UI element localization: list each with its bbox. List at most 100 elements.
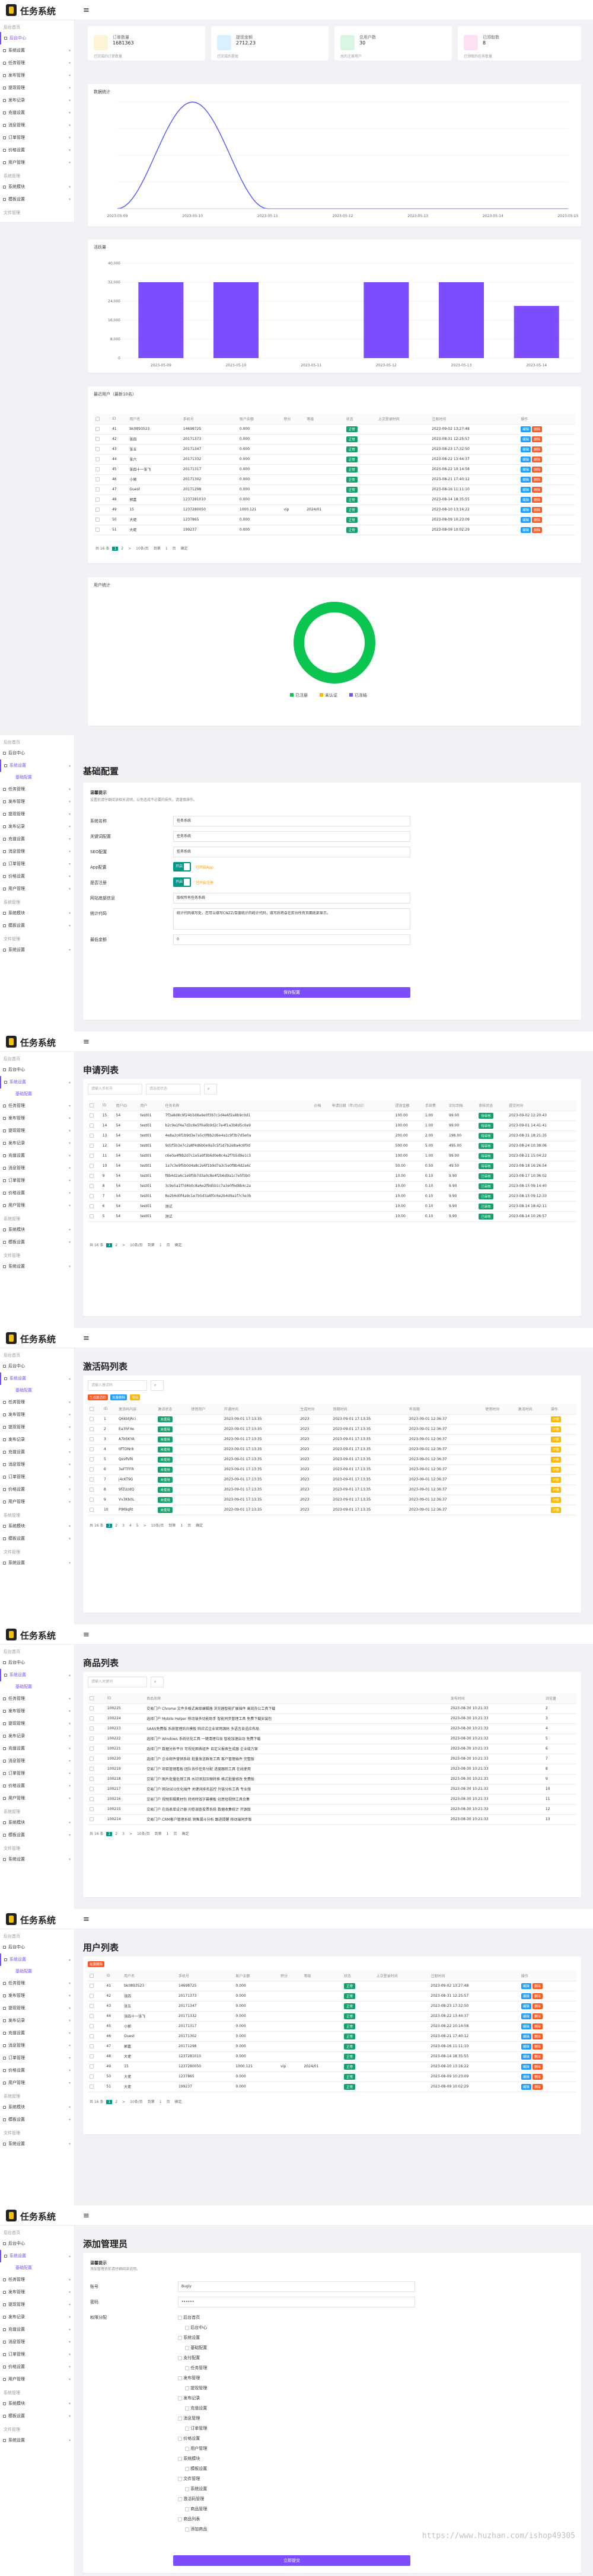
- row-checkbox[interactable]: [90, 1123, 94, 1128]
- menu-toggle-icon[interactable]: ≡: [83, 1915, 90, 1924]
- table-row[interactable]: 100215 交易门户 在线表单设计器 问卷调查投票系统 数据收集统计 开源版 20…: [88, 1804, 576, 1815]
- sidebar-item[interactable]: 系统模块 ▾: [0, 181, 74, 193]
- delete-button[interactable]: 删除: [532, 2073, 543, 2080]
- menu-toggle-icon[interactable]: ≡: [83, 1334, 90, 1343]
- sidebar-item[interactable]: 系统模块 ▾: [0, 2101, 74, 2114]
- table-row[interactable]: 43 张五 20171347 0.000 正常 2023-08-23 17:32:50 编辑…: [88, 2001, 576, 2012]
- sidebar-item[interactable]: 提现管理 ▾: [0, 808, 74, 821]
- edit-button[interactable]: 编辑: [521, 496, 531, 503]
- row-checkbox[interactable]: [90, 2034, 94, 2038]
- export-button[interactable]: 导出: [130, 1394, 141, 1400]
- edit-button[interactable]: 编辑: [521, 2053, 531, 2060]
- row-checkbox[interactable]: [90, 1144, 94, 1148]
- row-checkbox[interactable]: [90, 1184, 94, 1188]
- row-checkbox[interactable]: [90, 1777, 94, 1781]
- sidebar-item[interactable]: 价格设置 ▾: [0, 144, 74, 157]
- table-row[interactable]: 1 Q6kbtjRci 未使用 2023-09-01 17:13:35 2023 2023…: [88, 1414, 576, 1425]
- sidebar-item[interactable]: 提现管理 ▾: [0, 1421, 74, 1434]
- delete-button[interactable]: 删除: [532, 526, 543, 533]
- sidebar-item[interactable]: 系统设置 ▾: [0, 2138, 74, 2150]
- permission-checkbox[interactable]: 系统设置: [178, 2335, 200, 2341]
- detail-button[interactable]: 详情: [550, 1476, 561, 1483]
- setting-input[interactable]: 0: [173, 934, 410, 945]
- detail-button[interactable]: 详情: [550, 1426, 561, 1432]
- row-checkbox[interactable]: [90, 1767, 94, 1771]
- table-row[interactable]: 100219 交易门户 项目管理看板 团队协作任务分配 进度跟踪工具 在线使用 20…: [88, 1764, 576, 1774]
- table-row[interactable]: 100220 选择门户 企业邮件营销系统 批量发送群发工具 客户管理插件 完整版 2…: [88, 1754, 576, 1764]
- table-row[interactable]: 45 张四十一张飞 20171317 0.000 正常 2023-08-22 10:14:…: [94, 464, 575, 475]
- detail-button[interactable]: 详情: [550, 1416, 561, 1422]
- detail-button[interactable]: 详情: [550, 1486, 561, 1493]
- sidebar-item[interactable]: 发布记录 ▾: [0, 1730, 74, 1742]
- sidebar-item[interactable]: 发布管理 ▾: [0, 1409, 74, 1421]
- sidebar-item[interactable]: 系统设置 ▴: [0, 1669, 74, 1681]
- table-row[interactable]: 48 大佬 1237281010 0.000 正常 2023-08-14 18:35:55…: [88, 2051, 576, 2062]
- sidebar-item[interactable]: 模板设置 ▾: [0, 1829, 74, 1841]
- sidebar-item[interactable]: 消息管理 ▾: [0, 1162, 74, 1174]
- sidebar-item[interactable]: 消息管理 ▾: [0, 2039, 74, 2052]
- account-input[interactable]: Bugly: [178, 2281, 415, 2292]
- sidebar-item[interactable]: 价格设置 ▾: [0, 1780, 74, 1792]
- row-checkbox[interactable]: [95, 518, 100, 522]
- pagination[interactable]: 共 16 条 1 2 >10条/页 到第 1 页确定: [88, 1242, 185, 1247]
- sidebar-item[interactable]: 系统模块 ▾: [0, 1224, 74, 1236]
- table-row[interactable]: 42 张四 20171373 0.000 正常 2023-08-31 12:25:57 编辑…: [94, 434, 575, 445]
- table-row[interactable]: 47 Guest 20171298 0.000 正常 2023-08-16 11:11:1…: [94, 484, 575, 495]
- edit-button[interactable]: 编辑: [521, 2023, 531, 2029]
- row-checkbox[interactable]: [90, 1194, 94, 1198]
- permission-checkbox[interactable]: 任务管理: [185, 2365, 207, 2371]
- setting-input[interactable]: 任务系统: [173, 847, 410, 857]
- delete-button[interactable]: 删除: [532, 436, 543, 442]
- save-settings-button[interactable]: 保存配置: [173, 987, 410, 998]
- detail-button[interactable]: 详情: [550, 1466, 561, 1473]
- sidebar-item[interactable]: 发布管理 ▾: [0, 1990, 74, 2002]
- row-checkbox[interactable]: [90, 1113, 94, 1118]
- sidebar-item[interactable]: 发布管理 ▾: [0, 69, 74, 82]
- sidebar-item[interactable]: 系统设置 ▴: [0, 2250, 74, 2262]
- table-row[interactable]: 51 大佬 199237 0.000 正常 2023-08-09 10:02:29 编辑 删除: [88, 2082, 576, 2092]
- delete-button[interactable]: 删除: [532, 446, 543, 452]
- sidebar-item[interactable]: 系统模块 ▾: [0, 1520, 74, 1533]
- edit-button[interactable]: 编辑: [521, 506, 531, 513]
- sidebar-item[interactable]: 发布记录 ▾: [0, 821, 74, 833]
- edit-button[interactable]: 编辑: [521, 456, 531, 462]
- permission-checkbox[interactable]: 充值设置: [185, 2405, 207, 2411]
- sidebar-item[interactable]: 系统设置 ▴: [0, 1953, 74, 1966]
- sidebar-item[interactable]: 订单管理 ▾: [0, 1174, 74, 1187]
- sidebar-item[interactable]: 消息管理 ▾: [0, 845, 74, 858]
- sidebar-item[interactable]: 提现管理 ▾: [0, 82, 74, 94]
- delete-button[interactable]: 删除: [532, 2033, 543, 2039]
- permission-checkbox[interactable]: 激活码管理: [178, 2496, 204, 2502]
- sidebar-item[interactable]: 订单管理 ▾: [0, 858, 74, 870]
- sidebar-item[interactable]: 价格设置 ▾: [0, 1187, 74, 1199]
- sidebar-item[interactable]: 充值设置 ▾: [0, 1742, 74, 1755]
- sidebar-item[interactable]: 后台中心: [0, 1941, 74, 1953]
- permission-checkbox[interactable]: 支付配置: [178, 2355, 200, 2361]
- sidebar-item[interactable]: 发布记录 ▾: [0, 94, 74, 107]
- table-row[interactable]: 7 54 test01 8e2b6d0f4a9c1e7b5d3a8f0c6e2b4d9…: [88, 1191, 576, 1202]
- table-row[interactable]: 11 54 test01 c6e0a4f8b2d7c1e5a9f3b6d0e8c4a2…: [88, 1151, 576, 1161]
- table-row[interactable]: 4 tIfTDNr8 未使用 2023-09-01 17:13:35 2023 2023-…: [88, 1444, 576, 1455]
- pagination[interactable]: 共 16 条 1 2 >10条/页 到第 1 页确定: [94, 545, 191, 551]
- row-checkbox[interactable]: [90, 2054, 94, 2058]
- sidebar-item[interactable]: 订单管理 ▾: [0, 2052, 74, 2064]
- sidebar-item[interactable]: 充值设置 ▾: [0, 2027, 74, 2039]
- edit-button[interactable]: 编辑: [521, 2003, 531, 2009]
- toggle-switch[interactable]: 开启: [173, 862, 191, 872]
- delete-button[interactable]: 删除: [532, 2053, 543, 2060]
- delete-button[interactable]: 删除: [532, 476, 543, 483]
- permission-checkbox[interactable]: 系统设置: [185, 2486, 207, 2492]
- table-row[interactable]: 13 54 test01 4e8a2c6f1b9d3e7a5c0f8b2d6e4a1c…: [88, 1131, 576, 1141]
- batch-delete-button[interactable]: 批量删除: [88, 1961, 105, 1967]
- edit-button[interactable]: 编辑: [521, 526, 531, 533]
- table-row[interactable]: 100223 SAAS免费版 系统管理后台模板 响应式企业官网源码 多语言自适应布…: [88, 1723, 576, 1734]
- row-checkbox[interactable]: [95, 457, 100, 461]
- sidebar-item[interactable]: 系统设置 ▾: [0, 44, 74, 57]
- table-row[interactable]: 45 小郭 20171317 0.000 正常 2023-08-22 10:14:58 编辑…: [88, 2021, 576, 2032]
- row-checkbox[interactable]: [90, 1447, 94, 1451]
- permission-checkbox[interactable]: 商品管理: [185, 2506, 207, 2512]
- row-checkbox[interactable]: [90, 2074, 94, 2079]
- sidebar-item[interactable]: 任务管理 ▾: [0, 1693, 74, 1705]
- detail-button[interactable]: 详情: [550, 1436, 561, 1442]
- sidebar-item[interactable]: 提现管理 ▾: [0, 1718, 74, 1730]
